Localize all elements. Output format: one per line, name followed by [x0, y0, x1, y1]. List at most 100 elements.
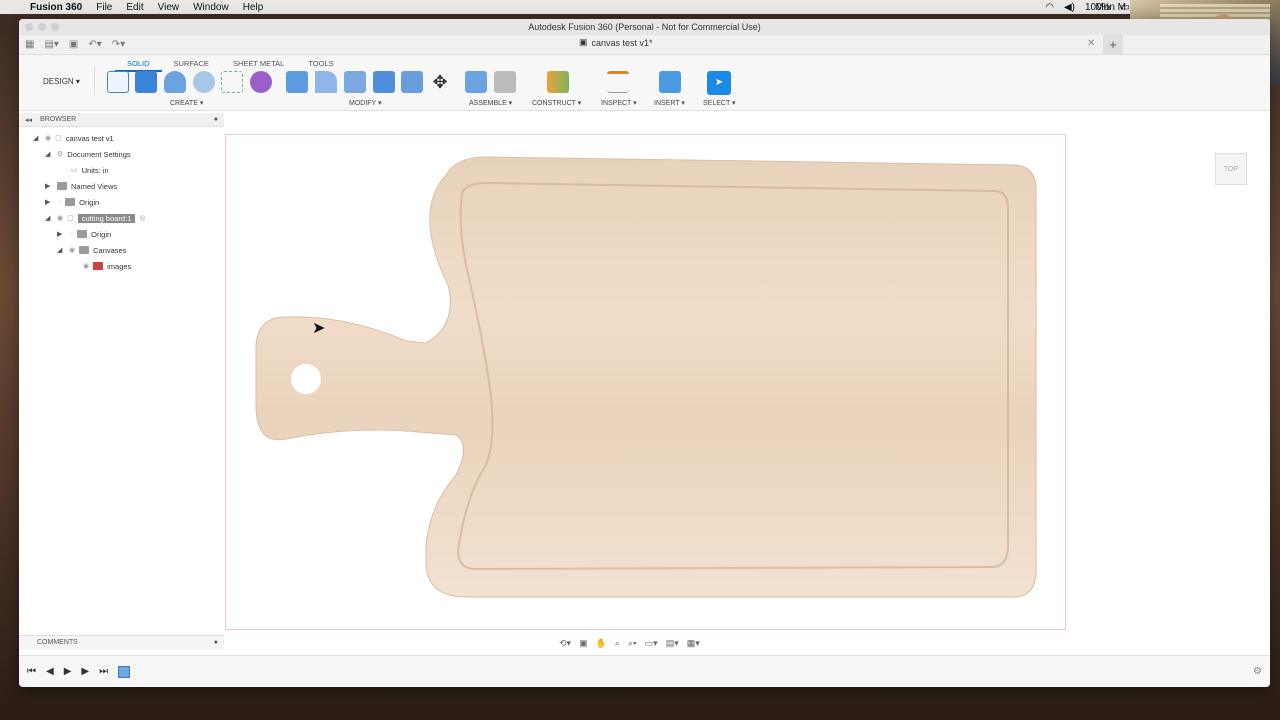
display-settings-icon[interactable]: ▭▾	[645, 638, 658, 649]
orbit-icon[interactable]: ⟲▾	[559, 638, 571, 649]
redo-icon[interactable]: ↷▾	[112, 39, 125, 50]
expand-arrow-icon[interactable]: ▶	[45, 182, 53, 190]
grid-settings-icon[interactable]: ▤▾	[666, 638, 679, 649]
menubar-clock[interactable]: Mon M	[1095, 2, 1126, 13]
tab-tools[interactable]: TOOLS	[296, 57, 345, 72]
collapse-arrow-icon[interactable]: ◢	[45, 214, 53, 222]
extrude-icon[interactable]	[135, 71, 157, 93]
minimize-window-button[interactable]	[38, 23, 46, 31]
sweep-icon[interactable]	[193, 71, 215, 93]
insert-group-label[interactable]: INSERT ▾	[654, 99, 685, 107]
canvas-image-frame[interactable]	[225, 134, 1066, 630]
pan-icon[interactable]: ✋	[596, 638, 607, 649]
workspace-switcher[interactable]: DESIGN ▾	[29, 67, 95, 95]
tree-item-cutting-board[interactable]: ◢ ◉ ▢ cutting board:1 ◎	[45, 211, 145, 225]
split-icon[interactable]	[401, 71, 423, 93]
view-cube[interactable]: TOP	[1215, 153, 1247, 185]
press-pull-icon[interactable]	[286, 71, 308, 93]
tab-surface[interactable]: SURFACE	[162, 57, 221, 72]
fit-icon[interactable]: ⌕▾	[628, 638, 637, 649]
modify-group-label[interactable]: MODIFY ▾	[349, 99, 382, 107]
step-forward-icon[interactable]: ▶	[81, 666, 89, 677]
create-group-label[interactable]: CREATE ▾	[170, 99, 203, 107]
tree-item-document-settings[interactable]: ◢ ⚙ Document Settings	[45, 147, 131, 161]
menu-app-name[interactable]: Fusion 360	[30, 2, 82, 13]
visibility-eye-icon[interactable]: ◌	[69, 231, 73, 238]
visibility-eye-icon[interactable]: ◉	[69, 246, 75, 254]
close-window-button[interactable]	[25, 23, 33, 31]
viewports-icon[interactable]: ▦▾	[687, 638, 700, 649]
create-sketch-icon[interactable]	[107, 71, 129, 93]
collapse-browser-icon[interactable]: ◂◂	[25, 116, 32, 124]
cutting-board-image[interactable]	[226, 135, 1065, 629]
new-component-icon[interactable]	[465, 71, 487, 93]
tree-item-label: Units: in	[81, 165, 109, 175]
tab-sheet-metal[interactable]: SHEET METAL	[221, 57, 296, 72]
go-to-start-icon[interactable]: ⏮	[27, 666, 36, 677]
collapse-arrow-icon[interactable]: ◢	[33, 134, 41, 142]
volume-icon[interactable]: ◀)	[1064, 2, 1075, 13]
menu-window[interactable]: Window	[193, 2, 229, 13]
chamfer-icon[interactable]	[344, 71, 366, 93]
pattern-icon[interactable]	[221, 71, 243, 93]
fillet-icon[interactable]	[315, 71, 337, 93]
collapse-arrow-icon[interactable]: ◢	[57, 246, 65, 254]
tree-item-component-origin[interactable]: ▶ ◌ Origin	[57, 227, 111, 241]
go-to-end-icon[interactable]: ⏭	[99, 666, 108, 677]
tree-item-named-views[interactable]: ▶ Named Views	[45, 179, 117, 193]
form-icon[interactable]	[250, 71, 272, 93]
measure-icon[interactable]	[607, 71, 629, 93]
new-tab-button[interactable]: +	[1103, 35, 1123, 54]
undo-icon[interactable]: ↶▾	[88, 39, 101, 50]
assemble-group-label[interactable]: ASSEMBLE ▾	[469, 99, 512, 107]
comments-pin-icon[interactable]: ●	[214, 639, 218, 646]
joint-icon[interactable]	[494, 71, 516, 93]
inspect-group-label[interactable]: INSPECT ▾	[601, 99, 637, 107]
visibility-eye-icon[interactable]: ◉	[57, 214, 63, 222]
tree-item-root[interactable]: ◢ ◉ ▢ canvas test v1	[33, 131, 114, 145]
tree-item-images[interactable]: ◉ images	[83, 259, 131, 273]
visibility-eye-icon[interactable]: ◉	[45, 134, 51, 142]
menu-view[interactable]: View	[158, 2, 180, 13]
canvas-viewport[interactable]: TOP	[225, 133, 1270, 633]
visibility-eye-icon[interactable]: ◌	[57, 199, 61, 206]
select-group-label[interactable]: SELECT ▾	[703, 99, 736, 107]
revolve-icon[interactable]	[164, 71, 186, 93]
timeline-settings-gear-icon[interactable]: ⚙	[1253, 666, 1262, 677]
tree-item-canvases[interactable]: ◢ ◉ Canvases	[57, 243, 126, 257]
hanging-hole	[291, 364, 321, 394]
save-icon[interactable]: ▣	[69, 39, 78, 50]
zoom-icon[interactable]: ⌕	[615, 638, 620, 649]
construct-group-label[interactable]: CONSTRUCT ▾	[532, 99, 581, 107]
timeline-feature-marker[interactable]	[118, 665, 131, 678]
move-icon[interactable]: ✥	[429, 71, 451, 93]
collapse-arrow-icon[interactable]: ◢	[45, 150, 53, 158]
menu-help[interactable]: Help	[243, 2, 264, 13]
look-at-icon[interactable]: ▣	[579, 638, 588, 649]
expand-arrow-icon[interactable]: ▶	[57, 230, 65, 238]
comments-panel: COMMENTS ●	[19, 635, 224, 649]
menu-edit[interactable]: Edit	[126, 2, 143, 13]
zoom-window-button[interactable]	[51, 23, 59, 31]
wifi-icon[interactable]: ◠	[1045, 2, 1054, 13]
data-panel-grid-icon[interactable]: ▦	[25, 39, 34, 50]
combine-icon[interactable]	[373, 71, 395, 93]
menu-file[interactable]: File	[96, 2, 112, 13]
mouse-cursor-icon: ➤	[312, 320, 326, 337]
browser-pin-icon[interactable]: ●	[214, 116, 218, 123]
activate-component-icon[interactable]: ◎	[139, 214, 145, 222]
tree-item-origin[interactable]: ▶ ◌ Origin	[45, 195, 99, 209]
insert-canvas-icon[interactable]	[659, 71, 681, 93]
tab-solid[interactable]: SOLID	[115, 57, 162, 72]
play-icon[interactable]: ▶	[64, 666, 72, 677]
visibility-eye-icon[interactable]: ◉	[83, 262, 89, 270]
step-back-icon[interactable]: ◀	[46, 666, 54, 677]
offset-plane-icon[interactable]	[547, 71, 569, 93]
select-arrow-icon[interactable]: ➤	[707, 71, 731, 95]
tree-item-units[interactable]: ▭ Units: in	[71, 163, 109, 177]
expand-arrow-icon[interactable]: ▶	[45, 198, 53, 206]
close-tab-icon[interactable]: ✕	[1087, 38, 1095, 49]
document-tab[interactable]: ▣ canvas test v1*	[579, 37, 653, 48]
window-controls	[25, 23, 59, 31]
file-menu-icon[interactable]: ▤▾	[44, 39, 58, 50]
